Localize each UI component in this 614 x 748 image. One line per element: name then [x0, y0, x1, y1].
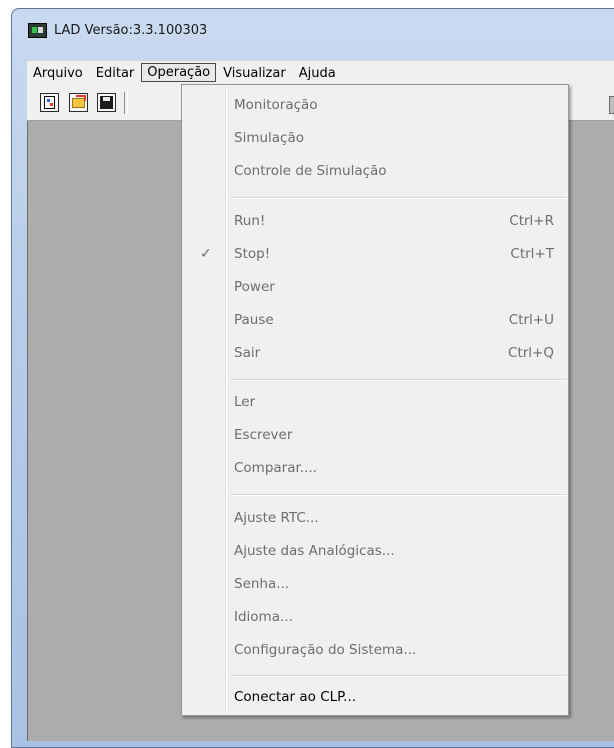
menu-item-stop[interactable]: ✓ Stop! Ctrl+T — [184, 239, 566, 269]
menu-item-configuracao-sistema[interactable]: Configuração do Sistema... — [184, 635, 566, 665]
check-icon: ✓ — [200, 246, 212, 262]
menu-item-idioma[interactable]: Idioma... — [184, 602, 566, 632]
menu-separator — [230, 379, 566, 381]
operacao-dropdown-menu: Monitoração Simulação Controle de Simula… — [181, 84, 569, 716]
app-icon[interactable] — [28, 22, 47, 38]
menu-item-ajuste-rtc[interactable]: Ajuste RTC... — [184, 503, 566, 533]
menu-editar[interactable]: Editar — [90, 63, 141, 82]
menu-separator — [230, 494, 566, 496]
menu-separator — [230, 675, 566, 677]
menu-item-comparar[interactable]: Comparar.... — [184, 453, 566, 483]
menu-item-power[interactable]: Power — [184, 272, 566, 302]
toolbar-partial-button[interactable] — [609, 96, 614, 114]
menu-item-escrever[interactable]: Escrever — [184, 420, 566, 450]
menu-visualizar[interactable]: Visualizar — [217, 63, 292, 82]
menu-item-ler[interactable]: Ler — [184, 387, 566, 417]
menu-item-controle-simulacao[interactable]: Controle de Simulação — [184, 156, 566, 186]
menu-item-pause[interactable]: Pause Ctrl+U — [184, 305, 566, 335]
menu-separator — [230, 197, 566, 199]
menu-arquivo[interactable]: Arquivo — [27, 63, 89, 82]
title-bar[interactable]: LAD Versão:3.3.100303 — [22, 15, 612, 45]
menu-item-monitoracao[interactable]: Monitoração — [184, 90, 566, 120]
open-folder-icon[interactable] — [69, 93, 88, 112]
save-disk-icon[interactable] — [97, 93, 116, 112]
menu-item-run[interactable]: Run! Ctrl+R — [184, 206, 566, 236]
menu-ajuda[interactable]: Ajuda — [293, 63, 342, 82]
menu-item-simulacao[interactable]: Simulação — [184, 123, 566, 153]
menu-item-sair[interactable]: Sair Ctrl+Q — [184, 338, 566, 368]
menu-item-conectar-clp[interactable]: Conectar ao CLP... — [184, 682, 566, 712]
new-file-icon[interactable] — [40, 93, 59, 112]
menu-operacao[interactable]: Operação — [141, 63, 217, 82]
toolbar-separator — [124, 92, 128, 114]
menu-item-senha[interactable]: Senha... — [184, 569, 566, 599]
menu-bar: Arquivo Editar Operação Visualizar Ajuda — [27, 60, 614, 84]
menu-item-ajuste-analogicas[interactable]: Ajuste das Analógicas... — [184, 536, 566, 566]
window-title: LAD Versão:3.3.100303 — [54, 22, 208, 38]
